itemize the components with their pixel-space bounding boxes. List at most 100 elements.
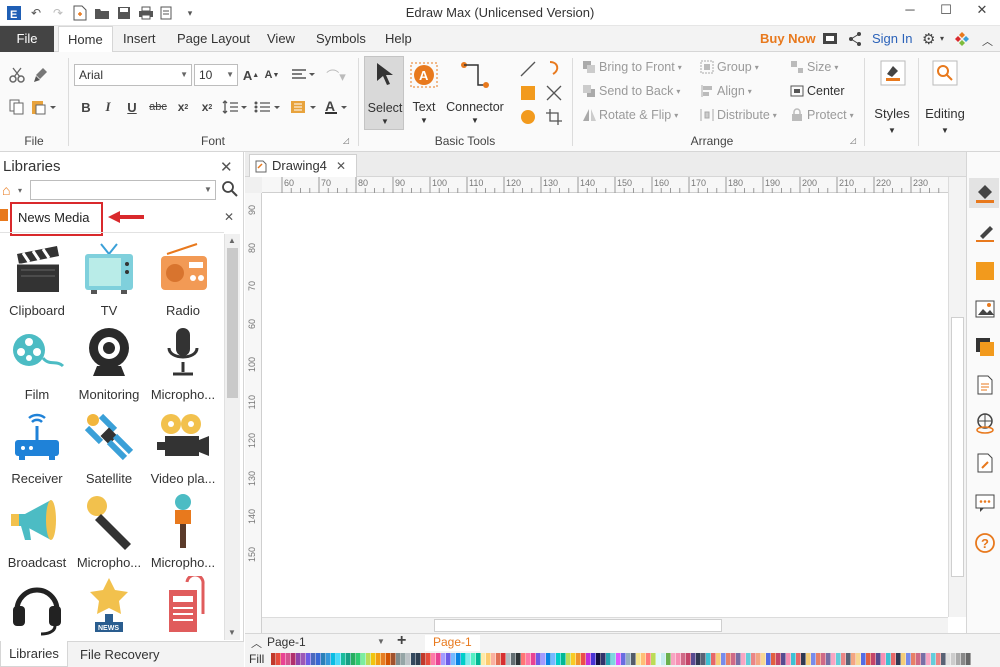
arc-tool-icon[interactable] (544, 60, 564, 78)
library-item-film[interactable]: Film (0, 324, 74, 402)
text-tool-button[interactable]: A Text ▼ (406, 56, 442, 130)
search-icon[interactable] (222, 180, 238, 201)
highlight-color-icon[interactable] (290, 98, 318, 116)
strikethrough-icon[interactable]: abc (148, 98, 168, 116)
library-item-microphone-1[interactable]: Micropho... (146, 324, 220, 402)
apps-icon[interactable] (954, 31, 970, 50)
arrange-dialog-launcher-icon[interactable]: ◿ (850, 136, 856, 145)
align-button[interactable]: Align ▾ (700, 84, 752, 98)
page-properties-icon[interactable] (974, 374, 996, 396)
line-spacing-icon[interactable] (222, 98, 248, 116)
styles-button[interactable]: Styles ▼ (868, 56, 916, 142)
attachment-icon[interactable] (974, 452, 996, 474)
vscroll-thumb[interactable] (951, 317, 964, 577)
hscroll-thumb[interactable] (434, 619, 722, 632)
line-style-icon[interactable] (974, 222, 996, 244)
library-item-headset[interactable] (0, 576, 74, 639)
tab-help[interactable]: Help (376, 26, 421, 52)
document-tab-drawing4[interactable]: Drawing4 ✕ (249, 154, 357, 177)
protect-button[interactable]: Protect ▾ (790, 108, 854, 122)
sign-in-link[interactable]: Sign In (872, 26, 912, 52)
page-selector[interactable]: Page-1 ▼ (267, 635, 387, 651)
add-page-icon[interactable]: + (397, 632, 406, 650)
rotate-flip-button[interactable]: Rotate & Flip ▾ (582, 108, 678, 122)
font-color-icon[interactable]: A (324, 98, 350, 116)
group-button[interactable]: Group ▾ (700, 60, 759, 74)
shadow-icon[interactable] (974, 260, 996, 282)
search-dropdown-icon[interactable]: ▼ (204, 185, 212, 194)
buy-now-link[interactable]: Buy Now (760, 26, 816, 52)
library-item-receiver[interactable]: Receiver (0, 408, 74, 486)
copy-icon[interactable] (8, 98, 26, 116)
image-icon[interactable] (974, 298, 996, 320)
size-button[interactable]: Size ▾ (790, 60, 838, 74)
minimize-button[interactable]: ─ (892, 2, 928, 22)
center-button[interactable]: Center (790, 84, 845, 98)
underline-icon[interactable]: U (124, 98, 140, 116)
library-category-name[interactable]: News Media (18, 210, 90, 225)
settings-gear-icon[interactable]: ⚙ (922, 30, 935, 48)
horizontal-scrollbar[interactable] (262, 617, 948, 633)
bullets-icon[interactable] (254, 98, 282, 116)
collapse-ribbon-icon[interactable]: ︿ (982, 33, 993, 49)
expand-panel-icon[interactable]: ︿ (251, 635, 262, 651)
library-item-broadcast[interactable]: Broadcast (0, 492, 74, 570)
color-swatch[interactable] (966, 653, 971, 665)
library-item-microphone-3[interactable]: Micropho... (146, 492, 220, 570)
editing-button[interactable]: Editing ▼ (920, 56, 970, 142)
tab-libraries[interactable]: Libraries (0, 641, 68, 667)
library-item-video-player[interactable]: Video pla... (146, 408, 220, 486)
drawing-canvas[interactable] (262, 193, 948, 617)
select-tool-button[interactable]: Select ▼ (364, 56, 404, 130)
text-align-icon[interactable] (290, 66, 316, 84)
close-tab-icon[interactable]: ✕ (336, 155, 346, 177)
layers-icon[interactable] (974, 336, 996, 358)
italic-icon[interactable]: I (100, 98, 116, 116)
share-icon[interactable] (848, 31, 862, 50)
distribute-button[interactable]: Distribute ▾ (700, 108, 777, 122)
library-search-input[interactable] (30, 180, 216, 200)
page-tab-active[interactable]: Page-1 (425, 635, 480, 651)
library-item-microphone-2[interactable]: Micropho... (72, 492, 146, 570)
tab-symbols[interactable]: Symbols (307, 26, 375, 52)
fill-bucket-icon[interactable] (974, 182, 996, 204)
library-item-monitoring[interactable]: Monitoring (72, 324, 146, 402)
tab-page-layout[interactable]: Page Layout (168, 26, 259, 52)
scroll-up-icon[interactable]: ▲ (228, 236, 236, 245)
paste-icon[interactable] (30, 98, 58, 116)
close-window-button[interactable]: ✕ (964, 2, 1000, 22)
library-item-clipboard[interactable]: Clipboard (0, 240, 74, 318)
subscript-icon[interactable]: x2 (174, 98, 192, 116)
vertical-scrollbar[interactable] (948, 177, 966, 617)
tab-home[interactable]: Home (58, 26, 113, 53)
color-swatches[interactable] (271, 653, 971, 665)
file-menu[interactable]: File (0, 26, 54, 52)
cut-icon[interactable] (8, 66, 26, 84)
home-dropdown-icon[interactable]: ▾ (18, 186, 22, 195)
rectangle-tool-icon[interactable] (518, 84, 538, 102)
home-icon[interactable]: ⌂ (2, 182, 10, 198)
scroll-down-icon[interactable]: ▼ (228, 628, 236, 637)
hyperlink-icon[interactable] (974, 412, 996, 434)
send-to-back-button[interactable]: Send to Back ▾ (582, 84, 680, 98)
comment-icon[interactable] (974, 492, 996, 514)
library-item-tv[interactable]: TV (72, 240, 146, 318)
font-dialog-launcher-icon[interactable]: ◿ (343, 136, 349, 145)
ellipse-tool-icon[interactable] (518, 108, 538, 126)
settings-dropdown-icon[interactable]: ▾ (940, 34, 944, 43)
library-scrollbar[interactable]: ▲ ▼ (224, 234, 240, 640)
decrease-font-icon[interactable]: A ▼ (263, 66, 281, 84)
scrollbar-thumb[interactable] (227, 248, 238, 398)
cross-tool-icon[interactable] (544, 84, 564, 102)
bold-icon[interactable]: B (78, 98, 94, 116)
close-category-icon[interactable]: ✕ (224, 210, 234, 224)
line-tool-icon[interactable] (518, 60, 538, 78)
tab-view[interactable]: View (258, 26, 304, 52)
maximize-button[interactable]: ☐ (928, 2, 964, 22)
crop-tool-icon[interactable] (544, 108, 564, 126)
bring-to-front-button[interactable]: Bring to Front ▾ (582, 60, 682, 74)
font-family-select[interactable]: Arial ▼ (74, 64, 192, 86)
format-painter-icon[interactable] (32, 66, 50, 84)
text-arc-icon[interactable]: ⌒▾ (322, 66, 350, 84)
tab-insert[interactable]: Insert (114, 26, 165, 52)
